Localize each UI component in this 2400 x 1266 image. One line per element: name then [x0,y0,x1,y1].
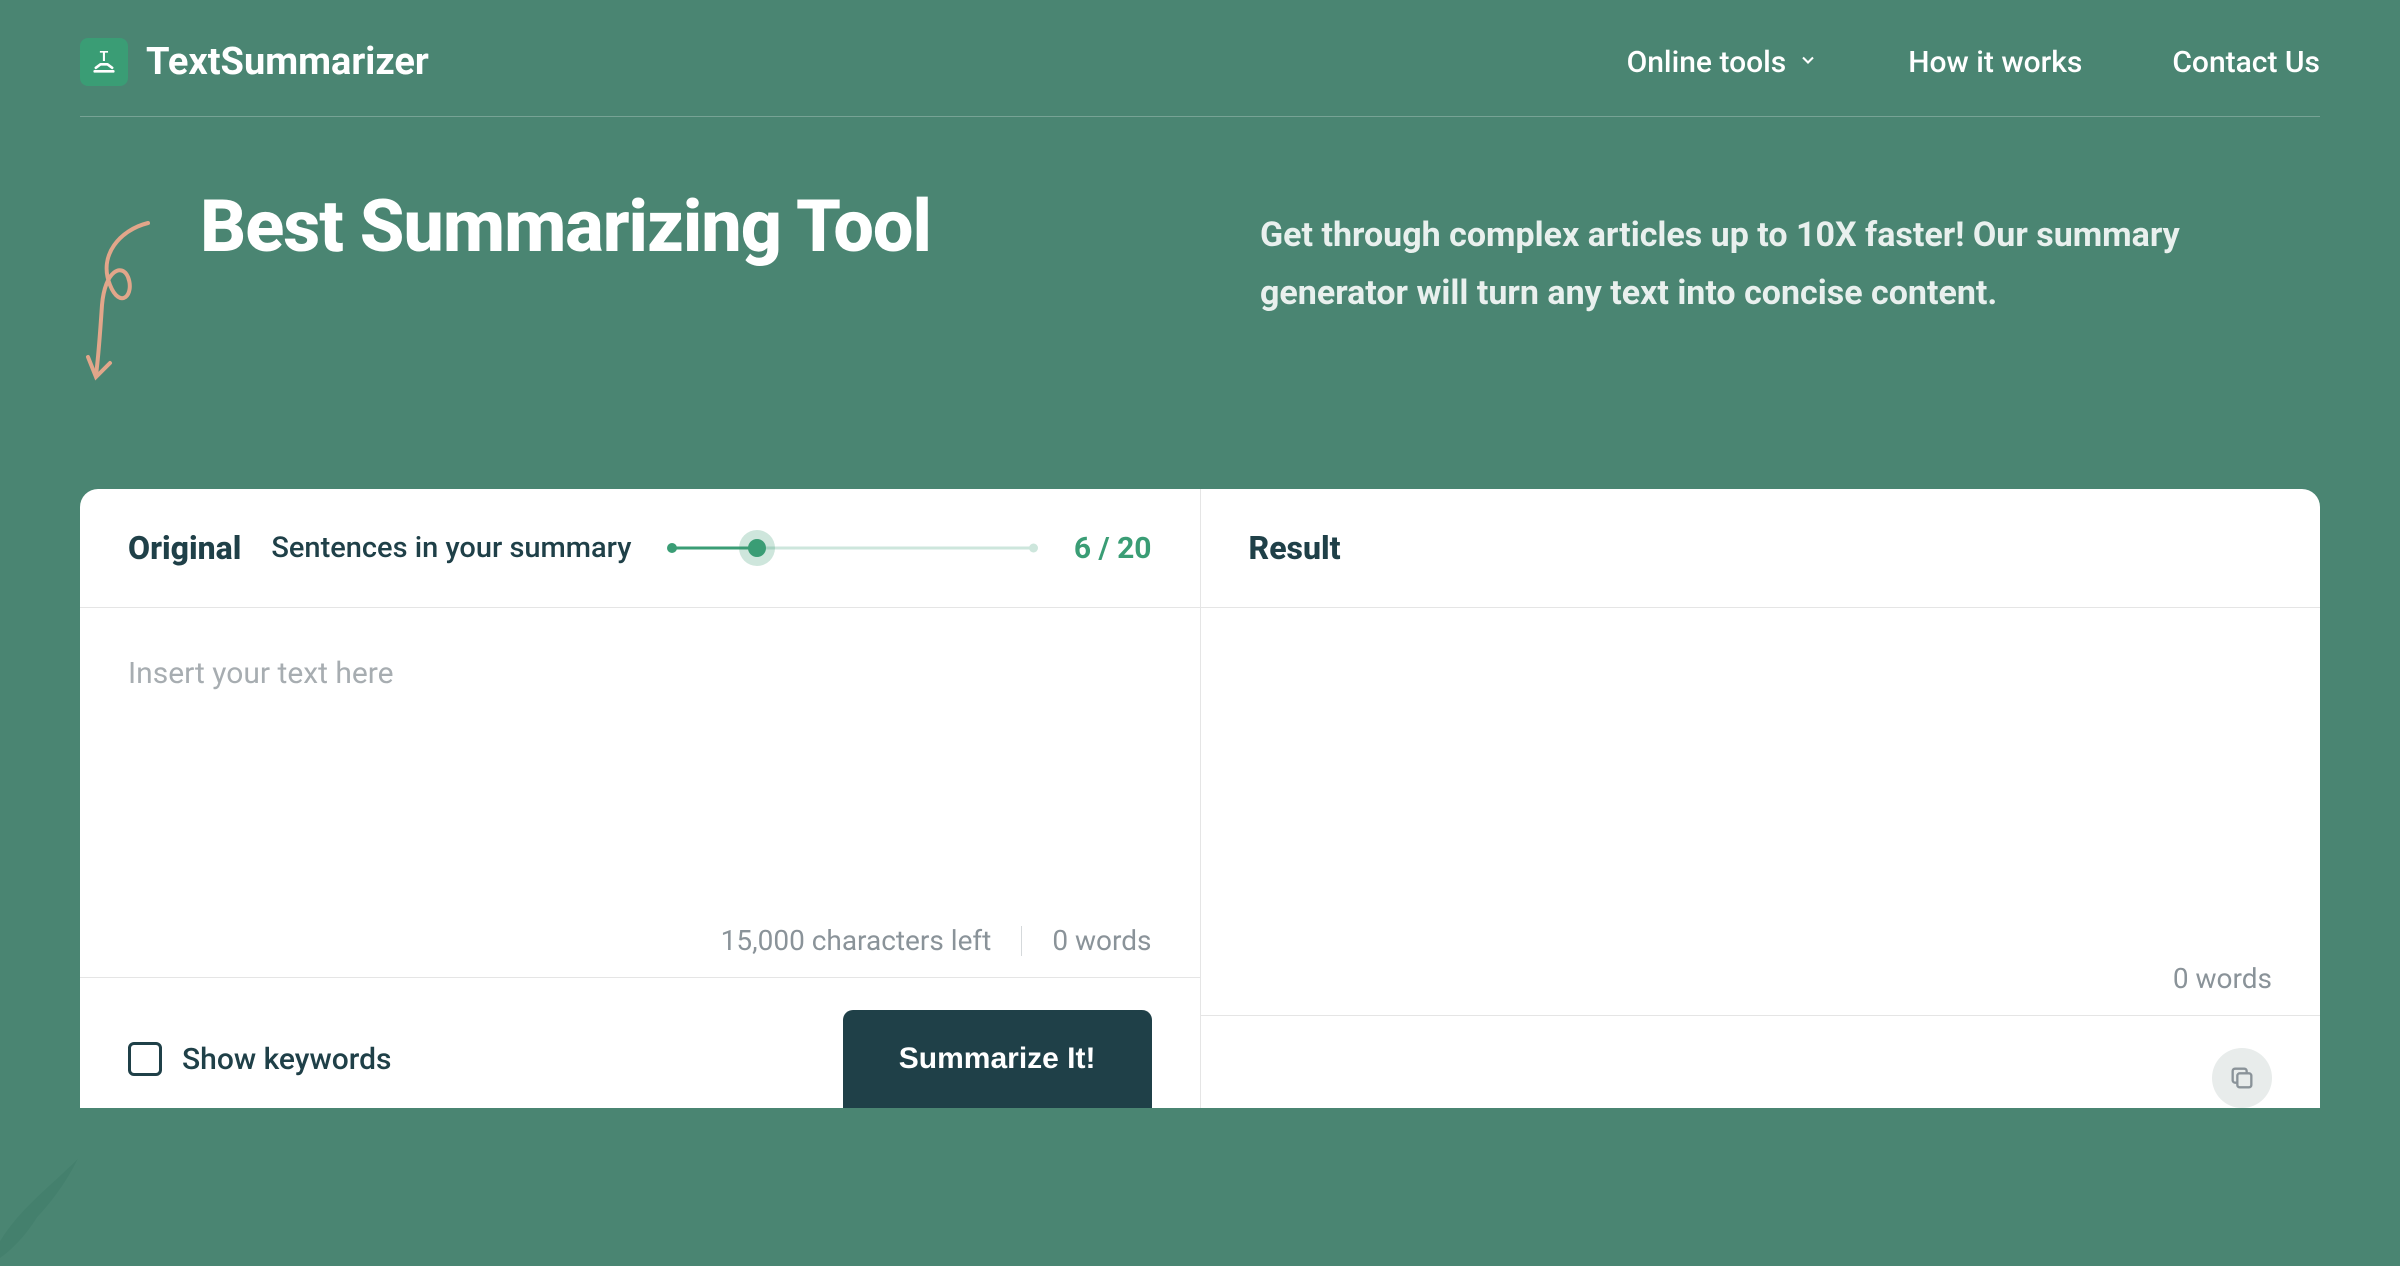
decorative-arrow-icon [80,187,160,399]
header: T TextSummarizer Online tools How it wor… [80,0,2320,117]
original-title: Original [128,529,241,567]
result-title: Result [1249,529,1341,567]
divider [1021,926,1022,956]
sentences-slider[interactable] [661,530,1043,566]
nav: Online tools How it works Contact Us [1627,45,2320,80]
show-keywords-checkbox[interactable]: Show keywords [128,1042,391,1077]
nav-label: Online tools [1627,45,1787,80]
slider-value: 6 / 20 [1074,531,1152,566]
word-count-original: 0 words [1052,924,1151,957]
summarizer-card: Original Sentences in your summary 6 / 2… [80,489,2320,1108]
page-title: Best Summarizing Tool [200,187,931,399]
nav-online-tools[interactable]: Online tools [1627,45,1819,80]
slider-thumb[interactable] [739,530,775,566]
copy-button[interactable] [2212,1048,2272,1108]
summarize-button[interactable]: Summarize It! [843,1010,1152,1108]
checkbox-icon [128,1042,162,1076]
slider-label: Sentences in your summary [271,531,631,565]
nav-label: Contact Us [2172,45,2320,80]
original-textarea[interactable] [128,656,1152,916]
original-panel: Original Sentences in your summary 6 / 2… [80,489,1201,1108]
brand-name: TextSummarizer [146,40,429,84]
svg-text:T: T [100,49,109,65]
result-panel: Result 0 words [1201,489,2321,1108]
copy-icon [2228,1064,2256,1092]
hero: Best Summarizing Tool Get through comple… [80,117,2320,489]
nav-contact[interactable]: Contact Us [2172,45,2320,80]
chars-left: 15,000 characters left [721,924,992,957]
word-count-result: 0 words [2173,962,2272,995]
result-output [1249,656,2273,954]
nav-label: How it works [1908,45,2082,80]
logo-icon: T [80,38,128,86]
nav-how-it-works[interactable]: How it works [1908,45,2082,80]
chevron-down-icon [1798,50,1818,75]
leaf-decoration-icon [0,1116,90,1266]
checkbox-label: Show keywords [182,1042,391,1077]
logo[interactable]: T TextSummarizer [80,38,429,86]
page-subtitle: Get through complex articles up to 10X f… [1260,207,2320,323]
